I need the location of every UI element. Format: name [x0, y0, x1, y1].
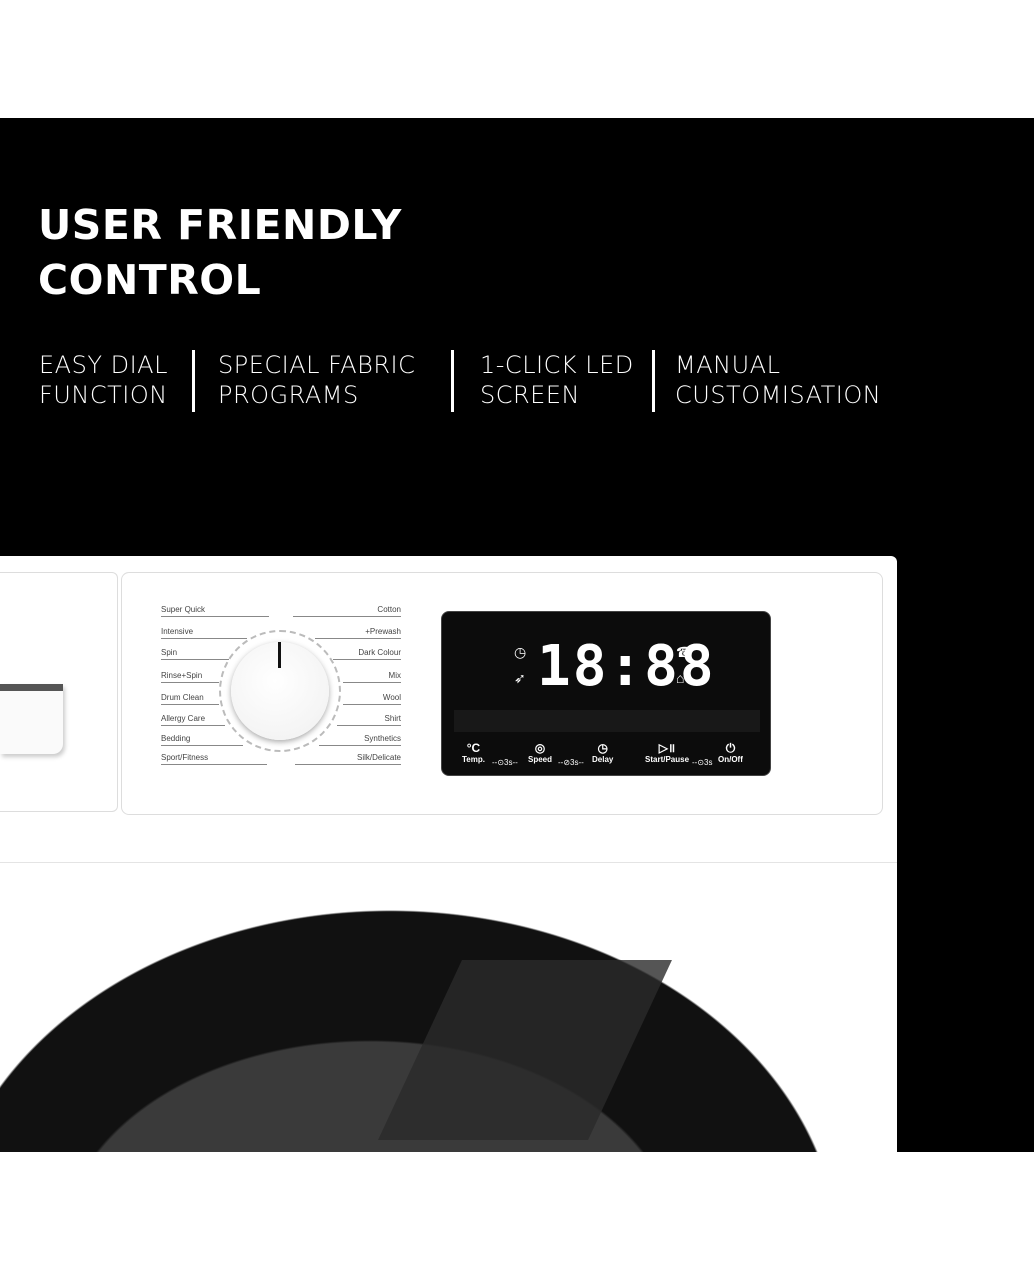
feature-line: SPECIAL FABRIC [218, 351, 416, 379]
feature-line: MANUAL [675, 351, 781, 379]
dial-pointer [278, 642, 281, 668]
program-silk-delicate: Silk/Delicate [295, 752, 401, 765]
lock-hint: --⊙3s [692, 758, 713, 767]
button-label: Temp. [462, 755, 485, 764]
temperature-icon: °C [466, 741, 481, 755]
clock-icon: ◷ [514, 644, 527, 660]
touch-strip [454, 710, 760, 732]
program-dark-colour: Dark Colour [333, 647, 401, 660]
divider [652, 350, 655, 412]
feature-line: 1-CLICK LED [480, 351, 634, 379]
lock-hint: --⊙3s-- [492, 758, 518, 767]
program-drum-clean: Drum Clean [161, 692, 219, 705]
power-icon: ⏻ [725, 741, 736, 755]
start-pause-button[interactable]: ▷॥ Start/Pause [645, 741, 690, 765]
feature-line: CUSTOMISATION [675, 381, 882, 409]
button-label: Speed [528, 755, 553, 764]
door [0, 863, 897, 1152]
button-label: On/Off [718, 755, 743, 764]
program-cotton: Cotton [293, 604, 401, 617]
door-reflection [378, 960, 672, 1140]
program-prewash: +Prewash [315, 626, 401, 639]
program-synthetics: Synthetics [319, 733, 401, 746]
temp-button[interactable]: °C Temp. [462, 741, 485, 765]
spin-speed-icon: ◎ [534, 741, 546, 755]
feature-manual-customisation: MANUAL CUSTOMISATION [675, 350, 881, 410]
program-super-quick: Super Quick [161, 604, 269, 617]
phone-icon: ☎ [676, 644, 694, 660]
program-intensive: Intensive [161, 626, 247, 639]
program-wool: Wool [343, 692, 401, 705]
feature-line: EASY DIAL [39, 351, 168, 379]
feature-easy-dial: EASY DIAL FUNCTION [39, 350, 168, 410]
feature-led-screen: 1-CLICK LED SCREEN [480, 350, 634, 410]
child-lock-icon: ⌂ [676, 670, 685, 686]
drawer-handle [0, 684, 63, 754]
delay-button[interactable]: ◷ Delay [592, 741, 614, 765]
divider [451, 350, 454, 412]
feature-line: SCREEN [480, 381, 580, 409]
program-bedding: Bedding [161, 733, 243, 746]
feature-line: PROGRAMS [218, 381, 359, 409]
delay-clock-icon: ◷ [597, 741, 608, 755]
program-mix: Mix [343, 670, 401, 683]
program-shirt: Shirt [337, 713, 401, 726]
led-display: ◷ ➶ 18:88 ☎ ⌂ °C Temp. --⊙3s-- ◎ Speed --⊘… [441, 611, 771, 776]
program-allergy-care: Allergy Care [161, 713, 225, 726]
program-dial[interactable] [231, 642, 329, 740]
speed-button[interactable]: ◎ Speed [528, 741, 553, 765]
button-label: Start/Pause [645, 755, 690, 764]
feature-special-fabric: SPECIAL FABRIC PROGRAMS [218, 350, 415, 410]
feature-line: FUNCTION [39, 381, 168, 409]
headline: USER FRIENDLY CONTROL [38, 201, 402, 304]
program-sport-fitness: Sport/Fitness [161, 752, 267, 765]
program-spin: Spin [161, 647, 229, 660]
program-rinse-spin: Rinse+Spin [161, 670, 219, 683]
divider [192, 350, 195, 412]
button-label: Delay [592, 755, 614, 764]
on-off-button[interactable]: ⏻ On/Off [718, 741, 743, 765]
rocket-icon: ➶ [514, 670, 526, 686]
play-pause-icon: ▷॥ [658, 741, 676, 755]
lock-hint: --⊘3s-- [558, 758, 584, 767]
